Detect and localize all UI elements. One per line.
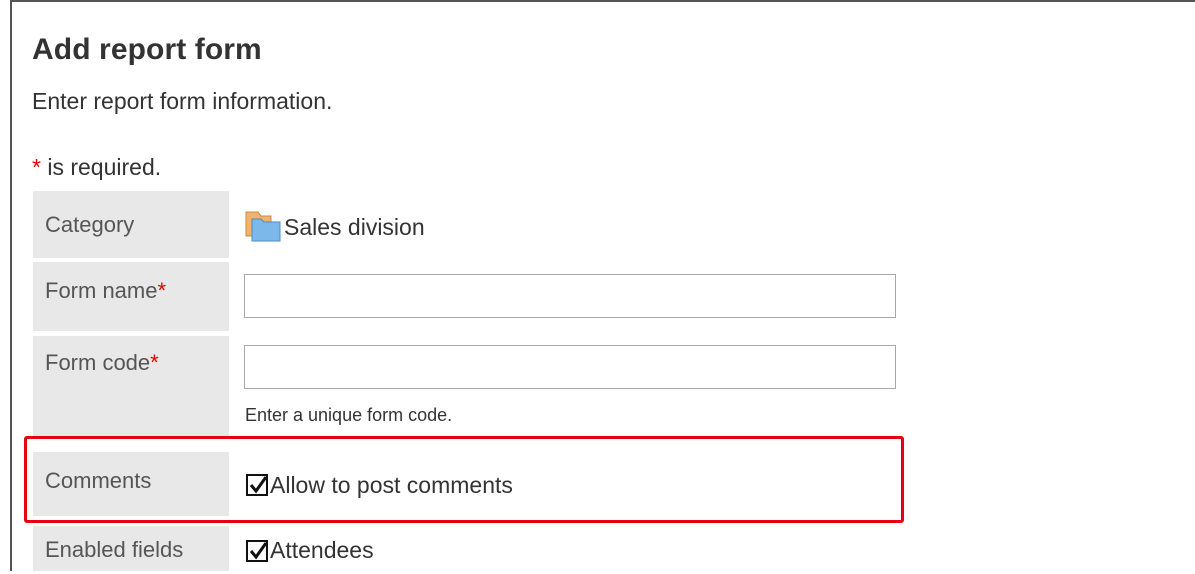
window-left-border: [10, 0, 12, 571]
page-title: Add report form: [32, 33, 262, 66]
highlight-annotation: [24, 436, 904, 523]
form-code-hint: Enter a unique form code.: [245, 405, 453, 425]
category-label: Category: [33, 191, 229, 258]
required-note-text: is required.: [40, 154, 162, 180]
enabled-fields-label-text: Enabled fields: [45, 537, 184, 562]
category-value[interactable]: Sales division: [284, 214, 425, 241]
required-note: * is required.: [32, 154, 161, 181]
enabled-fields-label: Enabled fields: [33, 526, 229, 571]
attendees-checkbox[interactable]: [246, 540, 268, 562]
page-description: Enter report form information.: [32, 88, 333, 114]
form-name-input[interactable]: [244, 274, 896, 318]
form-name-label: Form name*: [33, 262, 229, 331]
checkmark-icon: [249, 542, 268, 560]
attendees-label[interactable]: Attendees: [270, 537, 374, 564]
category-label-text: Category: [45, 212, 135, 237]
folder-icon: [245, 208, 281, 242]
window-top-border: [10, 0, 1195, 2]
form-code-input[interactable]: [244, 345, 896, 389]
form-code-label-text: Form code: [45, 350, 151, 375]
required-star: *: [150, 350, 159, 375]
required-star: *: [32, 154, 41, 180]
form-name-label-text: Form name: [45, 278, 158, 303]
form-code-label: Form code*: [33, 336, 229, 436]
required-star: *: [157, 278, 167, 303]
